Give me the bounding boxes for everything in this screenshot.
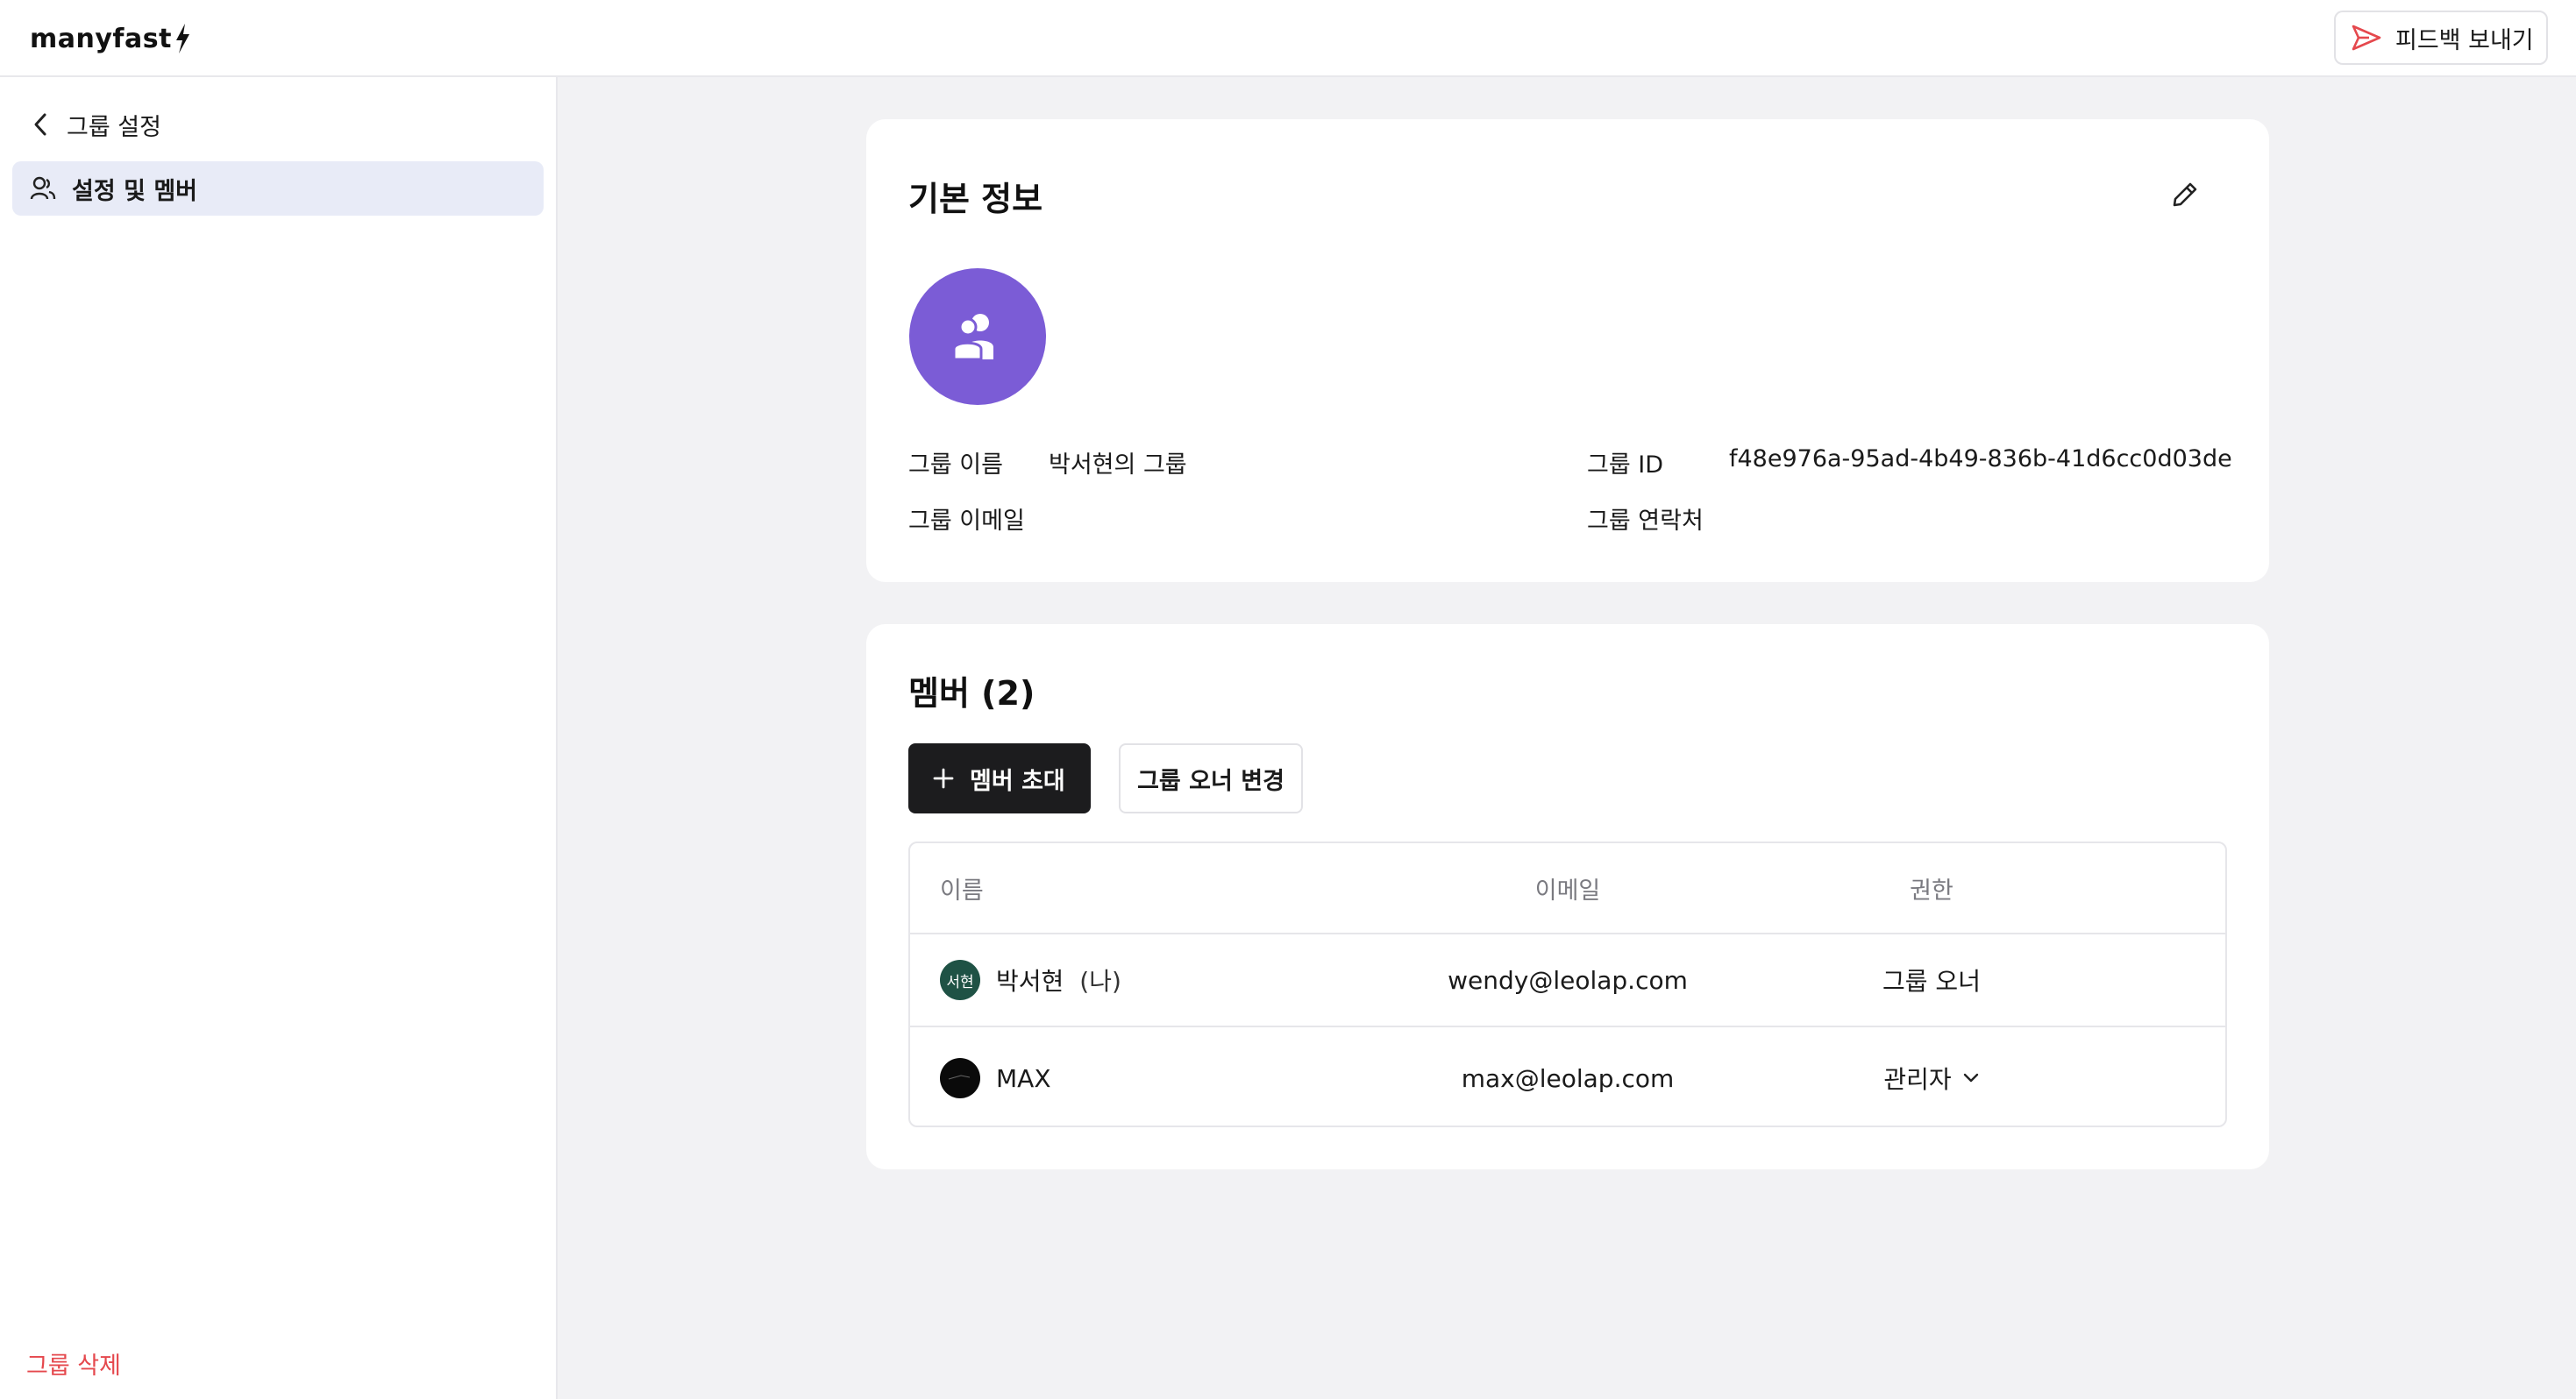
column-header-name: 이름 [940, 877, 984, 905]
table-header: 이름 이메일 권한 [910, 843, 2225, 934]
group-id-value: f48e976a-95ad-4b49-836b-41d6cc0d03de [1729, 445, 2232, 472]
chevron-left-icon [34, 113, 46, 136]
lightning-icon [175, 24, 189, 53]
member-name: 박서현 [996, 967, 1064, 996]
pencil-icon [2173, 182, 2197, 207]
delete-group-link[interactable]: 그룹 삭제 [26, 1346, 121, 1381]
group-avatar[interactable] [909, 268, 1046, 405]
member-role: 그룹 오너 [1882, 967, 1981, 996]
basic-info-card: 기본 정보 그룹 이름 박서현의 그룹 그룹 ID f48e976a-95ad-… [866, 119, 2269, 582]
member-name-cell: 서현 박서현 (나) [940, 934, 1121, 1026]
group-contact-label: 그룹 연락처 [1587, 508, 1704, 535]
plus-icon [933, 768, 954, 789]
table-row: 서현 박서현 (나) wendy@leolap.com 그룹 오너 [910, 934, 2225, 1027]
sidebar-item-settings-members[interactable]: 설정 및 멤버 [12, 161, 544, 216]
feedback-button[interactable]: 피드백 보내기 [2334, 11, 2548, 65]
me-tag: (나) [1079, 967, 1121, 996]
member-role-cell: 관리자 [1787, 1029, 2076, 1126]
user-group-icon [30, 176, 56, 200]
member-email: max@leolap.com [1461, 1063, 1675, 1093]
back-to-group-settings[interactable]: 그룹 설정 [32, 103, 161, 146]
manyfast-logo[interactable]: manyfast [30, 18, 191, 60]
avatar-image-icon [948, 1075, 971, 1080]
members-title: 멤버 (2) [908, 674, 1035, 713]
group-name-label: 그룹 이름 [908, 451, 1003, 479]
chevron-down-icon [1963, 1073, 1978, 1083]
column-header-role: 권한 [1910, 877, 1953, 905]
basic-info-title: 기본 정보 [908, 180, 1043, 218]
logo-text: manyfast [30, 23, 172, 54]
members-table: 이름 이메일 권한 서현 박서현 (나) wendy@leolap.com 그룹… [908, 842, 2227, 1127]
back-label: 그룹 설정 [67, 113, 161, 141]
edit-info-button[interactable] [2169, 179, 2201, 210]
table-row: MAX max@leolap.com 관리자 [910, 1029, 2225, 1126]
change-owner-button[interactable]: 그룹 오너 변경 [1119, 743, 1303, 813]
invite-member-button[interactable]: 멤버 초대 [908, 743, 1091, 813]
feedback-label: 피드백 보내기 [2395, 26, 2534, 54]
group-email-label: 그룹 이메일 [908, 508, 1025, 535]
top-header: manyfast 피드백 보내기 [0, 0, 2576, 77]
invite-label: 멤버 초대 [970, 767, 1065, 795]
send-icon [2352, 25, 2381, 51]
sidebar: 그룹 설정 설정 및 멤버 그룹 삭제 [0, 77, 558, 1399]
avatar [940, 1058, 980, 1098]
member-name-cell: MAX [940, 1029, 1051, 1126]
role-selected-value: 관리자 [1883, 1065, 1952, 1094]
users-icon [952, 314, 993, 361]
role-dropdown[interactable]: 관리자 [1883, 1061, 1979, 1096]
group-name-value: 박서현의 그룹 [1049, 451, 1187, 479]
members-card: 멤버 (2) 멤버 초대 그룹 오너 변경 이름 이메일 권한 서현 박서현 (… [866, 624, 2269, 1169]
avatar: 서현 [940, 960, 980, 1000]
group-id-label: 그룹 ID [1587, 451, 1664, 479]
member-name: MAX [996, 1063, 1051, 1093]
column-header-email: 이메일 [1534, 877, 1601, 905]
sidebar-item-label: 설정 및 멤버 [72, 177, 197, 205]
member-email: wendy@leolap.com [1448, 965, 1688, 995]
